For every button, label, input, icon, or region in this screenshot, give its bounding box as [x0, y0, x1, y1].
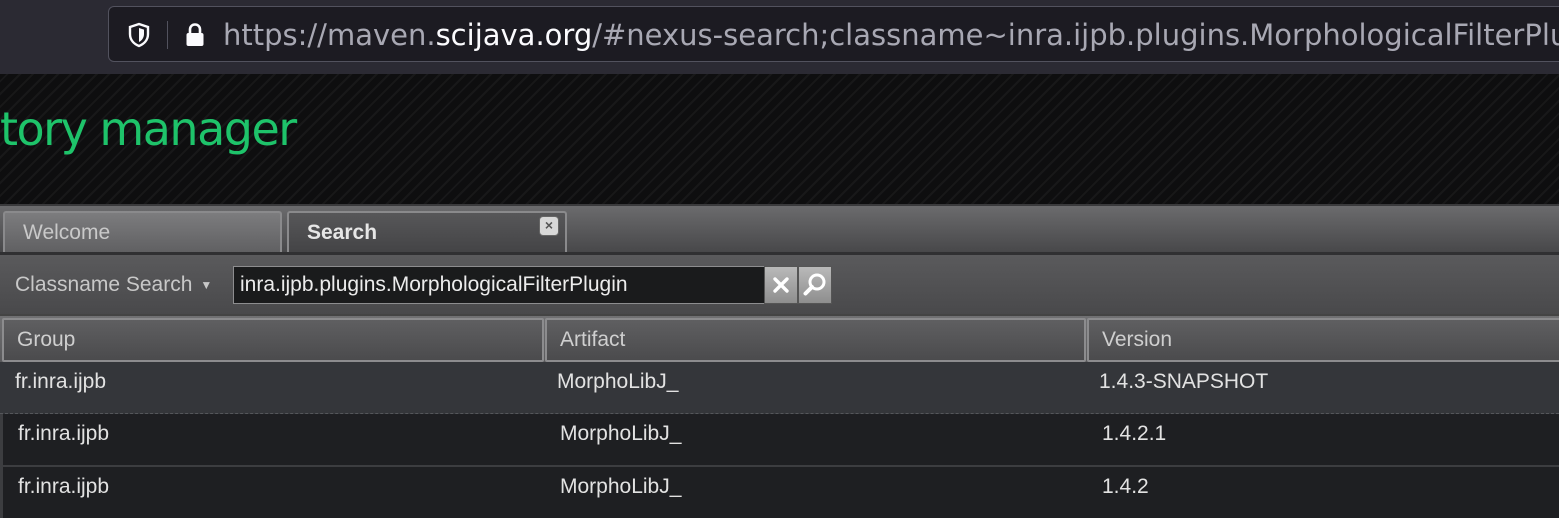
column-header-artifact[interactable]: Artifact [545, 318, 1086, 362]
lock-icon[interactable] [179, 7, 211, 63]
cell-version: 1.4.2 [1102, 475, 1149, 498]
search-toolbar: Classname Search ▼ [0, 252, 1559, 314]
search-input[interactable] [233, 266, 765, 304]
tab-welcome[interactable]: Welcome [3, 211, 282, 254]
tab-strip: Welcome Search × [0, 204, 1559, 254]
app-banner: tory manager [0, 74, 1559, 204]
tab-search[interactable]: Search × [287, 211, 567, 254]
column-header-group[interactable]: Group [2, 318, 544, 362]
url-host: scijava.org [435, 18, 593, 52]
results-grid-header: Group Artifact Version [0, 314, 1559, 362]
cell-artifact: MorphoLibJ_ [557, 370, 679, 393]
cell-artifact: MorphoLibJ_ [560, 475, 682, 498]
cell-group: fr.inra.ijpb [18, 475, 110, 498]
column-header-version[interactable]: Version [1087, 318, 1559, 362]
browser-toolbar: https://maven.scijava.org/#nexus-search;… [0, 0, 1559, 74]
tab-search-label: Search [307, 221, 378, 244]
shield-icon[interactable] [123, 7, 155, 63]
chevron-down-icon: ▼ [200, 278, 213, 292]
url-text[interactable]: https://maven.scijava.org/#nexus-search;… [223, 7, 1559, 63]
table-row[interactable]: fr.inra.ijpb MorphoLibJ_ 1.4.2.1 [0, 414, 1559, 467]
url-prefix: https://maven. [223, 18, 436, 52]
cell-group: fr.inra.ijpb [15, 370, 107, 393]
tab-welcome-label: Welcome [23, 221, 111, 244]
url-suffix: /#nexus-search;classname~inra.ijpb.plugi… [592, 18, 1559, 52]
search-button[interactable] [798, 266, 832, 304]
search-type-dropdown[interactable]: Classname Search ▼ [15, 255, 212, 314]
cell-artifact: MorphoLibJ_ [560, 422, 682, 445]
close-icon[interactable]: × [539, 216, 559, 236]
table-row[interactable]: fr.inra.ijpb MorphoLibJ_ 1.4.3-SNAPSHOT [0, 362, 1559, 414]
address-bar[interactable]: https://maven.scijava.org/#nexus-search;… [108, 6, 1559, 62]
close-icon [773, 277, 789, 293]
address-bar-separator [167, 21, 168, 49]
cell-version: 1.4.3-SNAPSHOT [1099, 370, 1269, 393]
cell-group: fr.inra.ijpb [18, 422, 110, 445]
table-row[interactable]: fr.inra.ijpb MorphoLibJ_ 1.4.2 [0, 467, 1559, 518]
banner-title: tory manager [0, 102, 297, 156]
clear-search-button[interactable] [764, 266, 798, 304]
cell-version: 1.4.2.1 [1102, 422, 1167, 445]
search-type-label: Classname Search [15, 273, 193, 296]
magnifier-icon [803, 273, 826, 296]
